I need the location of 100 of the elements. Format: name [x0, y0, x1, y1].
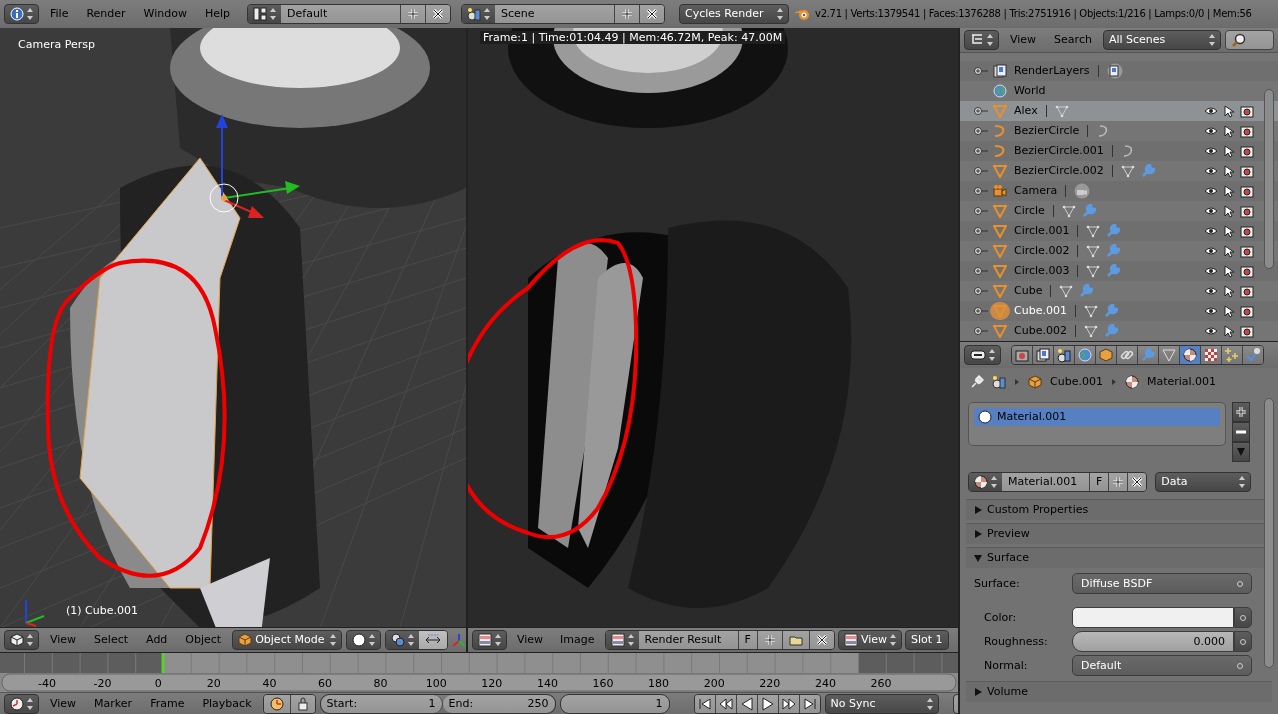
render-camera-icon[interactable]	[1240, 104, 1254, 118]
menu-item[interactable]: Select	[87, 633, 136, 647]
fake-user-button[interactable]: F	[1090, 473, 1110, 491]
scene-selector[interactable]	[462, 5, 496, 23]
pin-icon[interactable]	[970, 375, 984, 389]
roughness-slider[interactable]: 0.000	[1072, 631, 1234, 652]
menu-item[interactable]: View	[43, 696, 84, 711]
add-button[interactable]	[401, 5, 427, 23]
eye-icon[interactable]	[1204, 266, 1218, 276]
menu-item[interactable]: View	[43, 633, 84, 647]
expand-icon[interactable]	[974, 166, 988, 176]
start-frame-field[interactable]: Start: 1	[320, 694, 443, 713]
editor-type-button[interactable]	[964, 30, 999, 50]
editor-type-button[interactable]	[4, 630, 39, 650]
open-image-button[interactable]	[782, 631, 810, 649]
manipulator-toggle[interactable]	[419, 631, 448, 649]
eye-icon[interactable]	[1204, 146, 1218, 156]
cursor-icon[interactable]	[1224, 264, 1234, 278]
render-camera-icon[interactable]	[1240, 144, 1254, 158]
expand-icon[interactable]	[974, 206, 988, 216]
object-name[interactable]: RenderLayers	[1014, 64, 1090, 78]
render-camera-icon[interactable]	[1240, 224, 1254, 238]
cursor-icon[interactable]	[1224, 244, 1234, 258]
eye-icon[interactable]	[1204, 246, 1218, 256]
search-field[interactable]	[1224, 30, 1274, 50]
name-field[interactable]: Scene	[495, 5, 616, 23]
add-button[interactable]	[615, 5, 641, 23]
playback-button[interactable]	[778, 694, 800, 713]
object-name[interactable]: Cube	[1014, 284, 1043, 298]
render-camera-icon[interactable]	[1240, 244, 1254, 258]
eye-icon[interactable]	[1204, 226, 1218, 236]
menu-item[interactable]: Search	[1047, 33, 1099, 47]
menu-item[interactable]: View	[1003, 33, 1044, 47]
cursor-icon[interactable]	[1224, 304, 1234, 318]
material-slot-list[interactable]: Material.001	[968, 402, 1226, 446]
editor-type-button[interactable]	[472, 630, 507, 650]
expand-icon[interactable]	[974, 286, 988, 296]
eye-icon[interactable]	[1204, 306, 1218, 316]
menu-item[interactable]: View	[510, 633, 551, 647]
new-image-button[interactable]	[757, 631, 783, 649]
expand-icon[interactable]	[974, 106, 988, 116]
material-name-field[interactable]: Material.001	[1002, 473, 1090, 491]
color-swatch-field[interactable]	[1072, 607, 1234, 628]
render-camera-icon[interactable]	[1240, 124, 1254, 138]
remove-slot-button[interactable]	[1232, 422, 1250, 442]
playback-button[interactable]	[799, 694, 820, 713]
image-name-field[interactable]: Render Result	[638, 631, 739, 649]
outliner-row[interactable]: Alex	[960, 101, 1278, 121]
unlink-image-button[interactable]	[809, 631, 834, 649]
cursor-icon[interactable]	[1224, 124, 1234, 138]
frame-range-track[interactable]	[0, 653, 958, 674]
playback-button[interactable]	[694, 694, 716, 713]
render-camera-icon[interactable]	[1240, 324, 1254, 338]
eye-icon[interactable]	[1204, 286, 1218, 296]
properties-tab[interactable]	[1201, 346, 1222, 364]
object-name[interactable]: BezierCircle	[1014, 124, 1080, 138]
pivot-dropdown[interactable]	[386, 631, 420, 649]
expand-icon[interactable]	[974, 266, 988, 276]
outliner-row[interactable]: Cube.002	[960, 321, 1278, 341]
lock-button[interactable]	[290, 694, 315, 713]
socket-button[interactable]	[1234, 607, 1252, 628]
panel-header[interactable]: Volume	[974, 685, 1028, 699]
editor-type-button[interactable]	[4, 693, 39, 714]
expand-icon[interactable]	[974, 66, 988, 76]
menu-item[interactable]: Help	[197, 7, 238, 21]
render-camera-icon[interactable]	[1240, 204, 1254, 218]
expand-icon[interactable]	[974, 126, 988, 136]
properties-tab[interactable]	[1033, 346, 1054, 364]
render-camera-icon[interactable]	[1240, 284, 1254, 298]
fake-user-button[interactable]: F	[738, 631, 758, 649]
object-name[interactable]: World	[1014, 84, 1046, 98]
cursor-icon[interactable]	[1224, 184, 1234, 198]
cursor-icon[interactable]	[1224, 284, 1234, 298]
delete-button[interactable]	[426, 5, 451, 23]
view-dropdown[interactable]: View	[837, 630, 902, 650]
object-name[interactable]: Circle	[1014, 204, 1045, 218]
menu-item[interactable]: Window	[136, 7, 194, 21]
expand-icon[interactable]	[974, 146, 988, 156]
expand-icon[interactable]	[974, 306, 988, 316]
properties-tab[interactable]	[1012, 346, 1033, 364]
current-frame-marker[interactable]	[161, 653, 165, 673]
properties-tab[interactable]	[1159, 346, 1180, 364]
menu-item[interactable]: Marker	[87, 696, 140, 711]
layout-selector[interactable]	[248, 5, 282, 23]
render-engine-dropdown[interactable]: Cycles Render	[679, 4, 790, 24]
object-name[interactable]: Alex	[1014, 104, 1038, 118]
preview-range-button[interactable]	[263, 694, 291, 713]
playback-button[interactable]	[736, 694, 758, 713]
expand-icon[interactable]	[974, 186, 988, 196]
scrollbar[interactable]	[1264, 398, 1274, 668]
playback-button[interactable]	[715, 694, 737, 713]
properties-tab[interactable]	[1096, 346, 1117, 364]
scrollbar[interactable]	[1264, 89, 1274, 269]
link-dropdown[interactable]: Data	[1155, 472, 1252, 492]
node-dropdown[interactable]: Default	[1072, 655, 1252, 676]
object-name[interactable]: BezierCircle.001	[1014, 144, 1104, 158]
render-camera-icon[interactable]	[1240, 264, 1254, 278]
menu-item[interactable]: Add	[139, 633, 175, 647]
name-field[interactable]: Default	[281, 5, 402, 23]
material-slot[interactable]: Material.001	[974, 408, 1220, 426]
